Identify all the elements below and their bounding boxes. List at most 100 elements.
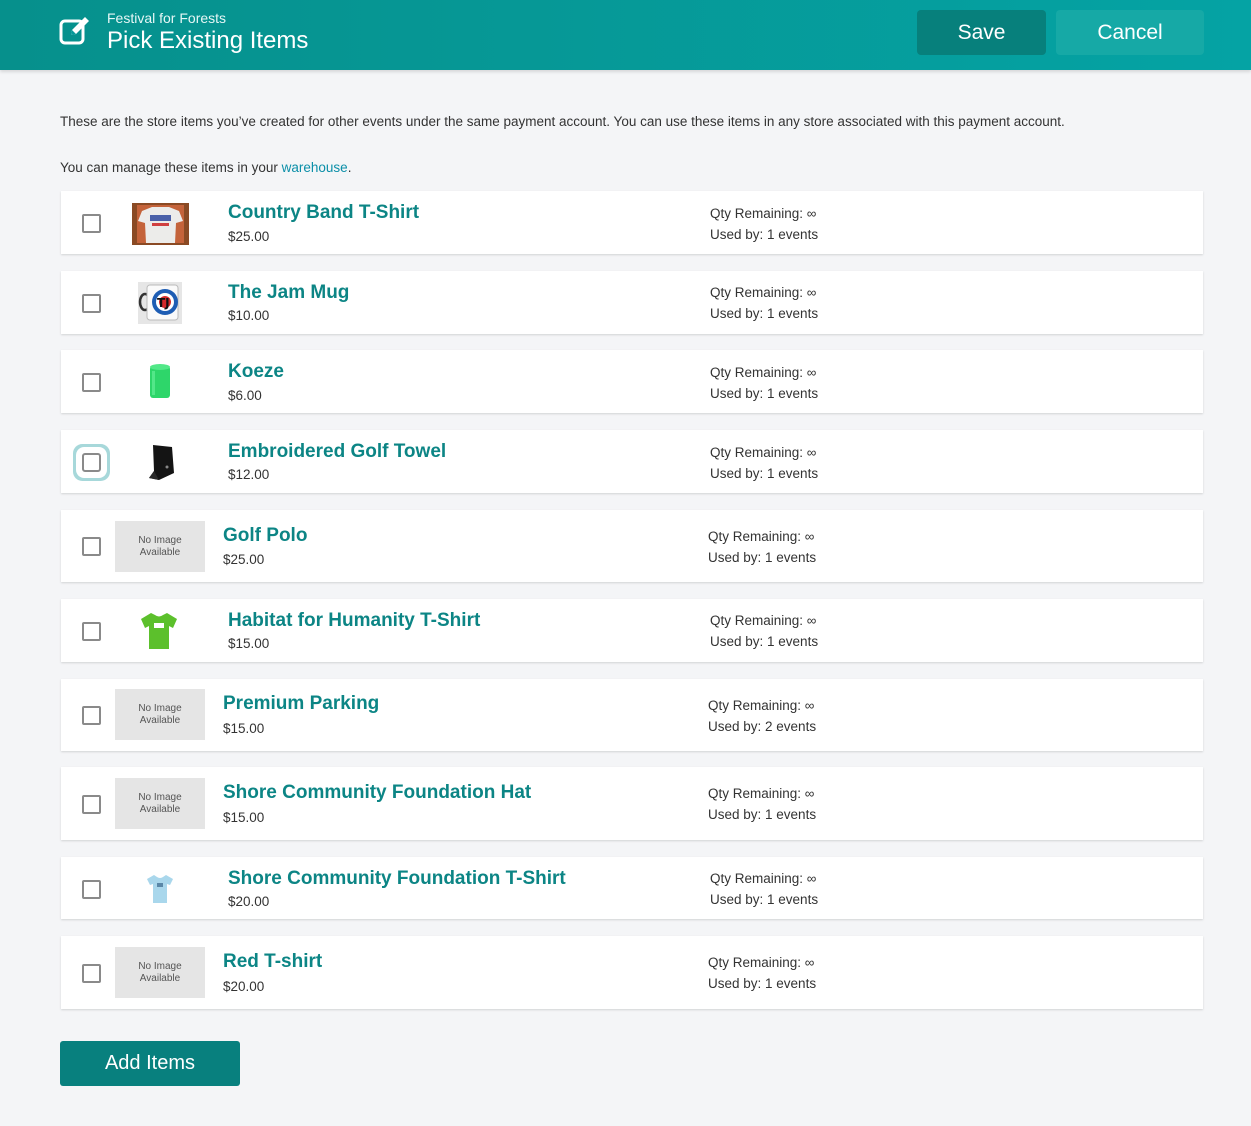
item-row[interactable]: Koeze $6.00 Qty Remaining: ∞ Used by: 1 … — [61, 350, 1203, 413]
intro-text: These are the store items you’ve created… — [60, 114, 1065, 129]
item-price: $25.00 — [223, 552, 265, 567]
item-price: $15.00 — [223, 721, 265, 736]
qty-value: ∞ — [806, 871, 817, 886]
used-label: Used by: — [710, 386, 768, 401]
no-image-line1: No Image — [138, 534, 182, 546]
item-price: $20.00 — [223, 979, 265, 994]
item-checkbox[interactable] — [82, 880, 101, 899]
svg-text:TJ: TJ — [157, 296, 170, 310]
item-checkbox[interactable] — [82, 453, 101, 472]
no-image-placeholder: No Image Available — [115, 521, 205, 572]
item-checkbox[interactable] — [82, 622, 101, 641]
item-checkbox[interactable] — [82, 706, 101, 725]
used-value: 1 events — [767, 306, 819, 321]
item-price: $20.00 — [228, 894, 270, 909]
item-meta: Qty Remaining: ∞ Used by: 1 events — [710, 203, 818, 245]
item-meta: Qty Remaining: ∞ Used by: 1 events — [710, 282, 818, 324]
qty-value: ∞ — [806, 206, 817, 221]
no-image-placeholder: No Image Available — [115, 689, 205, 740]
qty-value: ∞ — [806, 285, 817, 300]
qty-label: Qty Remaining: — [710, 445, 807, 460]
item-name[interactable]: Shore Community Foundation Hat — [223, 782, 531, 804]
qty-value: ∞ — [806, 613, 817, 628]
item-meta: Qty Remaining: ∞ Used by: 1 events — [708, 783, 816, 825]
item-name[interactable]: Embroidered Golf Towel — [228, 441, 446, 463]
used-by: Used by: 2 events — [708, 716, 816, 737]
qty-label: Qty Remaining: — [708, 529, 805, 544]
page-title: Pick Existing Items — [107, 27, 309, 54]
used-value: 1 events — [765, 976, 817, 991]
qty-label: Qty Remaining: — [710, 613, 807, 628]
used-label: Used by: — [710, 634, 768, 649]
item-meta: Qty Remaining: ∞ Used by: 2 events — [708, 695, 816, 737]
manage-text: You can manage these items in your wareh… — [60, 160, 351, 175]
no-image-placeholder: No Image Available — [115, 947, 205, 998]
qty-remaining: Qty Remaining: ∞ — [710, 362, 818, 383]
item-meta: Qty Remaining: ∞ Used by: 1 events — [710, 868, 818, 910]
item-row[interactable]: TJ The Jam Mug $10.00 Qty Remaining: ∞ U… — [61, 271, 1203, 334]
item-image — [132, 203, 189, 245]
item-name[interactable]: Red T-shirt — [223, 951, 322, 973]
item-checkbox[interactable] — [82, 214, 101, 233]
no-image-line2: Available — [139, 714, 181, 726]
no-image-line1: No Image — [138, 791, 182, 803]
item-meta: Qty Remaining: ∞ Used by: 1 events — [710, 610, 818, 652]
item-row[interactable]: Embroidered Golf Towel $12.00 Qty Remain… — [61, 430, 1203, 493]
qty-remaining: Qty Remaining: ∞ — [710, 868, 818, 889]
item-image — [149, 445, 174, 480]
save-button[interactable]: Save — [917, 10, 1046, 55]
used-label: Used by: — [710, 306, 768, 321]
add-items-button[interactable]: Add Items — [60, 1041, 240, 1086]
item-name[interactable]: The Jam Mug — [228, 282, 349, 304]
manage-prefix: You can manage these items in your — [60, 160, 282, 175]
no-image-line2: Available — [139, 972, 181, 984]
no-image-line1: No Image — [138, 702, 182, 714]
item-row[interactable]: No Image Available Shore Community Found… — [61, 767, 1203, 840]
item-image: TJ — [138, 282, 182, 324]
qty-label: Qty Remaining: — [710, 365, 807, 380]
page-header: Festival for Forests Pick Existing Items… — [0, 0, 1251, 70]
used-label: Used by: — [710, 892, 768, 907]
qty-value: ∞ — [806, 365, 817, 380]
used-value: 1 events — [767, 466, 819, 481]
qty-label: Qty Remaining: — [710, 206, 807, 221]
cancel-button[interactable]: Cancel — [1056, 10, 1204, 55]
qty-remaining: Qty Remaining: ∞ — [710, 282, 818, 303]
used-value: 1 events — [765, 550, 817, 565]
qty-remaining: Qty Remaining: ∞ — [708, 526, 816, 547]
no-image-placeholder: No Image Available — [115, 778, 205, 829]
item-name[interactable]: Habitat for Humanity T-Shirt — [228, 610, 480, 632]
item-checkbox[interactable] — [82, 964, 101, 983]
item-name[interactable]: Golf Polo — [223, 525, 307, 547]
qty-remaining: Qty Remaining: ∞ — [710, 442, 818, 463]
edit-icon — [59, 17, 89, 45]
item-row[interactable]: No Image Available Red T-shirt $20.00 Qt… — [61, 936, 1203, 1009]
item-image — [147, 875, 173, 903]
used-value: 2 events — [765, 719, 817, 734]
qty-label: Qty Remaining: — [708, 955, 805, 970]
qty-remaining: Qty Remaining: ∞ — [710, 610, 818, 631]
used-by: Used by: 1 events — [710, 383, 818, 404]
item-row[interactable]: Habitat for Humanity T-Shirt $15.00 Qty … — [61, 599, 1203, 662]
used-by: Used by: 1 events — [710, 303, 818, 324]
qty-value: ∞ — [804, 698, 815, 713]
item-name[interactable]: Shore Community Foundation T-Shirt — [228, 868, 566, 890]
item-checkbox[interactable] — [82, 537, 101, 556]
item-price: $15.00 — [223, 810, 265, 825]
item-meta: Qty Remaining: ∞ Used by: 1 events — [710, 442, 818, 484]
item-name[interactable]: Koeze — [228, 361, 284, 383]
item-name[interactable]: Country Band T-Shirt — [228, 202, 419, 224]
item-meta: Qty Remaining: ∞ Used by: 1 events — [710, 362, 818, 404]
item-row[interactable]: No Image Available Golf Polo $25.00 Qty … — [61, 510, 1203, 582]
item-row[interactable]: No Image Available Premium Parking $15.0… — [61, 679, 1203, 751]
warehouse-link[interactable]: warehouse — [282, 160, 348, 175]
item-meta: Qty Remaining: ∞ Used by: 1 events — [708, 952, 816, 994]
used-by: Used by: 1 events — [708, 973, 816, 994]
item-name[interactable]: Premium Parking — [223, 693, 379, 715]
item-checkbox[interactable] — [82, 294, 101, 313]
item-checkbox[interactable] — [82, 373, 101, 392]
item-row[interactable]: Country Band T-Shirt $25.00 Qty Remainin… — [61, 191, 1203, 254]
item-checkbox[interactable] — [82, 795, 101, 814]
used-value: 1 events — [767, 227, 819, 242]
item-row[interactable]: Shore Community Foundation T-Shirt $20.0… — [61, 857, 1203, 919]
